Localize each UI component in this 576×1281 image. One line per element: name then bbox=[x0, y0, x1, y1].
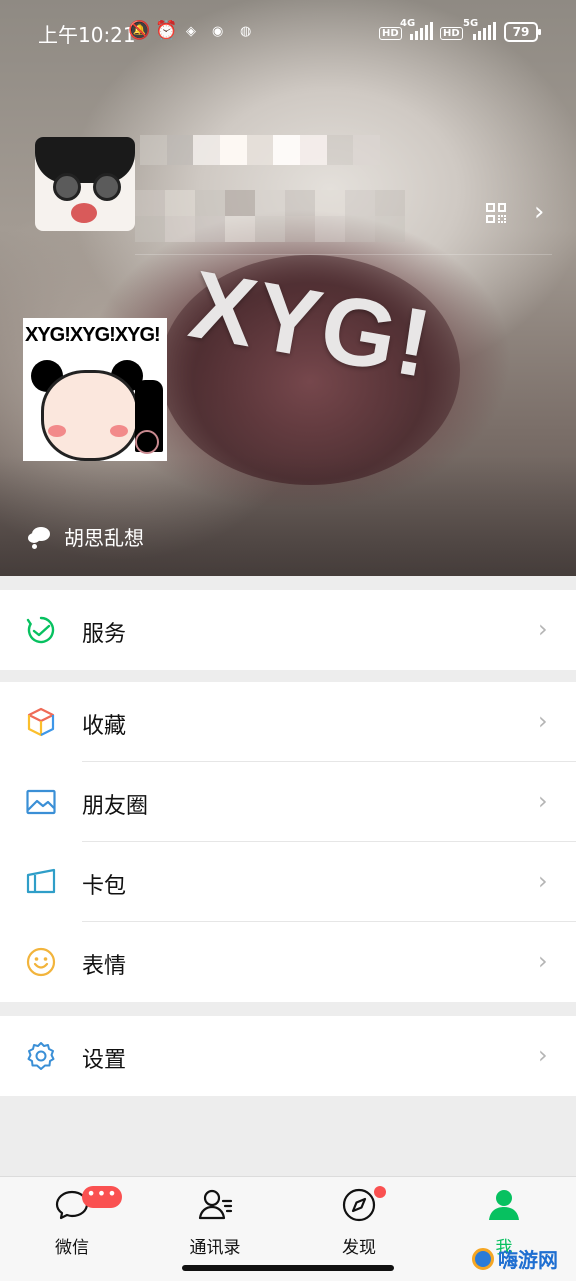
watermark-text: 嗨游网 bbox=[498, 1248, 558, 1272]
menu-group-services: 服务 › bbox=[0, 590, 576, 670]
menu-item-cards[interactable]: 卡包 › bbox=[0, 842, 576, 922]
discover-red-dot bbox=[374, 1186, 386, 1198]
menu-label: 表情 bbox=[82, 954, 127, 979]
status-label: 胡思乱想 bbox=[64, 526, 144, 550]
menu-group-settings: 设置 › bbox=[0, 1016, 576, 1096]
chevron-right-icon: › bbox=[538, 1041, 548, 1069]
tab-label: 通讯录 bbox=[189, 1238, 241, 1258]
menu-item-stickers[interactable]: 表情 › bbox=[0, 922, 576, 1002]
header-divider bbox=[135, 254, 552, 255]
tab-contacts[interactable]: 通讯录 bbox=[170, 1187, 260, 1258]
avatar[interactable] bbox=[35, 137, 135, 231]
sticker-text: XYG!XYG!XYG! bbox=[25, 324, 161, 346]
menu-label: 服务 bbox=[82, 622, 127, 647]
menu-label: 卡包 bbox=[82, 874, 127, 899]
wechat-id-redacted bbox=[135, 190, 405, 242]
menu-item-settings[interactable]: 设置 › bbox=[0, 1016, 576, 1096]
avatar-eye bbox=[53, 173, 81, 201]
menu-group-main: 收藏 › 朋友圈 › 卡包 › 表情 › bbox=[0, 682, 576, 1002]
battery-indicator: 79 bbox=[504, 22, 541, 42]
app-notification-icon: ◍ bbox=[240, 24, 252, 39]
moments-image-icon bbox=[26, 789, 56, 815]
profile-cover[interactable]: XYG! bbox=[0, 0, 576, 576]
compass-icon bbox=[342, 1188, 376, 1222]
tab-label: 微信 bbox=[55, 1238, 89, 1258]
thought-bubble-icon bbox=[28, 525, 52, 549]
status-time: 上午10:21 bbox=[38, 23, 136, 47]
status-sticker-image[interactable]: XYG!XYG!XYG! bbox=[23, 318, 167, 461]
sticker-badge-icon bbox=[135, 430, 159, 454]
mute-bell-icon: 🔕 bbox=[128, 20, 151, 41]
watermark-logo-icon bbox=[472, 1247, 494, 1270]
home-indicator[interactable] bbox=[182, 1265, 394, 1271]
hd-indicator: HD bbox=[440, 27, 463, 40]
avatar-eye bbox=[93, 173, 121, 201]
menu-label: 设置 bbox=[82, 1048, 127, 1073]
avatar-mouth bbox=[71, 203, 97, 223]
status-bar: 上午10:21 🔕 ⏰ ◈ ◉ ◍ HD 4G HD 5G 79 bbox=[0, 0, 576, 62]
chevron-right-icon: › bbox=[538, 787, 548, 815]
unread-badge: ••• bbox=[82, 1186, 122, 1208]
contacts-icon bbox=[198, 1189, 233, 1220]
chevron-right-icon: › bbox=[538, 867, 548, 895]
gear-icon bbox=[27, 1042, 55, 1070]
signal-icon bbox=[473, 22, 497, 40]
favorites-cube-icon bbox=[27, 707, 55, 737]
menu-label: 收藏 bbox=[82, 714, 127, 739]
chevron-right-icon: › bbox=[538, 707, 548, 735]
nickname-redacted bbox=[140, 135, 381, 165]
qr-code-icon[interactable] bbox=[486, 203, 506, 223]
menu-label: 朋友圈 bbox=[82, 794, 149, 819]
chevron-right-icon: › bbox=[538, 947, 548, 975]
chevron-right-icon: › bbox=[538, 615, 548, 643]
services-icon bbox=[26, 616, 55, 644]
avatar-hair bbox=[35, 137, 135, 183]
status-button[interactable]: 胡思乱想 bbox=[28, 522, 144, 551]
tab-discover[interactable]: 发现 bbox=[314, 1187, 404, 1258]
watermark: 嗨游网 bbox=[472, 1244, 558, 1273]
menu-item-favorites[interactable]: 收藏 › bbox=[0, 682, 576, 762]
profile-chevron-icon[interactable]: › bbox=[534, 199, 548, 225]
menu-item-services[interactable]: 服务 › bbox=[0, 590, 576, 670]
panda-face bbox=[31, 360, 143, 461]
signal-icon bbox=[410, 22, 434, 40]
person-icon bbox=[489, 1190, 519, 1220]
alarm-icon: ⏰ bbox=[155, 20, 178, 41]
smiley-icon bbox=[26, 947, 56, 977]
menu-item-moments[interactable]: 朋友圈 › bbox=[0, 762, 576, 842]
app-notification-icon: ◈ bbox=[186, 24, 196, 39]
app-notification-icon: ◉ bbox=[212, 24, 224, 39]
card-wallet-icon bbox=[26, 868, 56, 894]
cover-fade bbox=[0, 456, 576, 576]
hd-indicator: HD bbox=[379, 27, 402, 40]
tab-label: 发现 bbox=[342, 1238, 376, 1258]
